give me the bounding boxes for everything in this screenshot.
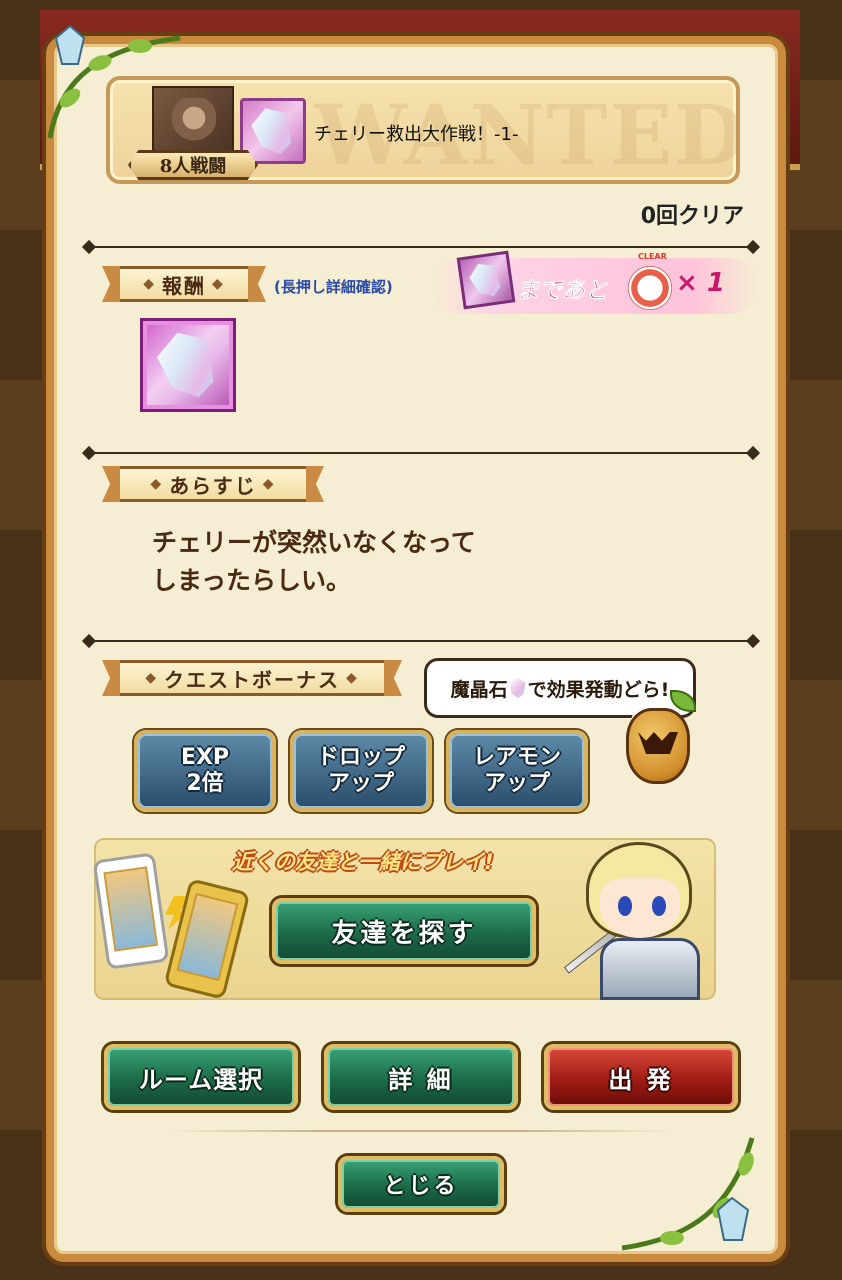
exp-double-button[interactable]: EXP 2倍 bbox=[134, 730, 276, 812]
depart-button[interactable]: 出 発 bbox=[544, 1044, 738, 1110]
crystal-icon bbox=[248, 102, 299, 159]
phone-screen bbox=[103, 866, 159, 952]
knight-face bbox=[600, 878, 680, 938]
synopsis-text: チェリーが突然いなくなって しまったらしい。 bbox=[152, 524, 652, 600]
rare-monster-up-button[interactable]: レアモン アップ bbox=[446, 730, 588, 812]
quest-title: チェリー救出大作戦！-1- bbox=[314, 124, 519, 145]
remaining-text: まであと bbox=[516, 278, 608, 305]
clear-count: 0回クリア bbox=[640, 204, 744, 229]
remaining-multiplier: × 1 bbox=[676, 268, 725, 298]
magic-crystal-icon bbox=[509, 678, 526, 698]
knight-armor bbox=[600, 938, 700, 1000]
details-button[interactable]: 詳 細 bbox=[324, 1044, 518, 1110]
divider bbox=[88, 452, 754, 454]
knight-character bbox=[560, 838, 716, 1000]
reward-label-text: 報酬 bbox=[162, 273, 206, 298]
crystal-icon bbox=[466, 258, 507, 303]
synopsis-section-label: ◆ あらすじ ◆ bbox=[118, 466, 308, 502]
boss-thumbnail bbox=[152, 86, 234, 158]
synopsis-line-2: しまったらしい。 bbox=[152, 566, 352, 595]
divider bbox=[88, 640, 754, 642]
mascot-character bbox=[620, 690, 696, 790]
bottom-separator bbox=[170, 1130, 670, 1132]
quest-bonus-section-label: ◆ クエストボーナス ◆ bbox=[118, 660, 386, 696]
magic-crystal-icon bbox=[152, 324, 224, 405]
nearby-friend-caption: 近くの友達と一緒にプレイ! bbox=[232, 850, 494, 874]
synopsis-line-1: チェリーが突然いなくなって bbox=[152, 528, 476, 557]
quest-bonus-label-text: クエストボーナス bbox=[164, 667, 340, 692]
divider bbox=[88, 246, 754, 248]
knight-eye bbox=[652, 896, 666, 916]
reward-section-label: ◆ 報酬 ◆ bbox=[118, 266, 250, 302]
clear-stamp-label: CLEAR bbox=[638, 252, 667, 261]
find-friends-button[interactable]: 友達を探す bbox=[272, 898, 536, 964]
reward-item-magic-crystal[interactable] bbox=[140, 318, 236, 412]
drop-up-button[interactable]: ドロップ アップ bbox=[290, 730, 432, 812]
remaining-crystal-icon bbox=[456, 250, 516, 310]
vine-decoration-bottom-right bbox=[621, 1137, 755, 1251]
long-press-hint: (長押し詳細確認) bbox=[274, 278, 393, 296]
close-button[interactable]: とじる bbox=[338, 1156, 504, 1212]
synopsis-label-text: あらすじ bbox=[169, 473, 257, 498]
battle-type-badge: 8人戦闘 bbox=[128, 150, 258, 180]
knight-eye bbox=[618, 896, 632, 916]
mascot-leaf bbox=[670, 690, 696, 712]
bubble-text-prefix: 魔晶石 bbox=[450, 678, 508, 701]
phone-screen bbox=[176, 892, 239, 982]
room-select-button[interactable]: ルーム選択 bbox=[104, 1044, 298, 1110]
clear-stamp-icon bbox=[628, 266, 672, 310]
